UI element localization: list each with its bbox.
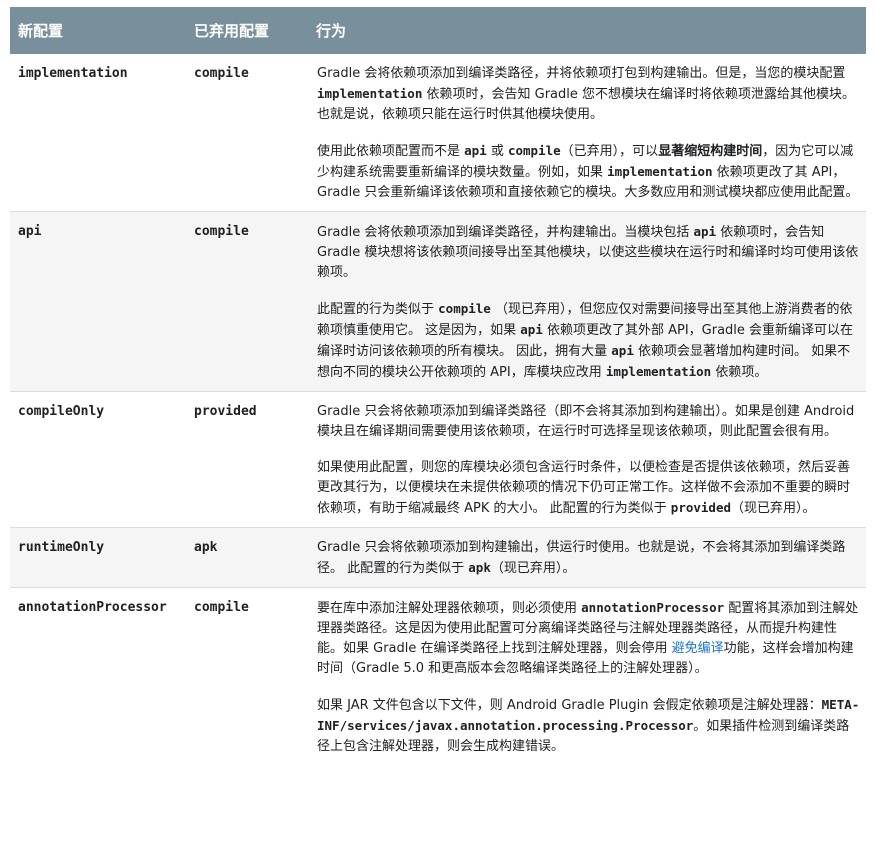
inline-code: implementation [607, 164, 713, 179]
text-segment: 此配置的行为类似于 [317, 302, 439, 317]
config-name-cell: annotationProcessor [18, 600, 167, 615]
behavior-paragraph: Gradle 会将依赖项添加到编译类路径，并构建输出。当模块包括 api 依赖项… [317, 222, 862, 283]
behavior-cell: Gradle 只会将依赖项添加到构建输出，供运行时使用。也就是说，不会将其添加到… [309, 527, 866, 588]
inline-code: compile [507, 143, 561, 158]
header-deprecated-config: 已弃用配置 [186, 7, 309, 54]
text-segment: 或 [486, 144, 508, 159]
config-name-cell: api [10, 211, 186, 392]
behavior-paragraph: Gradle 只会将依赖项添加到编译类路径（即不会将其添加到构建输出）。如果是创… [317, 402, 862, 442]
deprecated-config-cell: compile [186, 54, 309, 212]
text-segment: 依赖项。 [711, 365, 768, 380]
text-segment: Gradle 只会将依赖项添加到构建输出，供运行时使用。也就是说，不会将其添加到… [317, 540, 846, 576]
table-header: 新配置 已弃用配置 行为 [10, 7, 866, 54]
text-segment: 要在库中添加注解处理器依赖项，则必须使用 [317, 601, 582, 616]
table-row: annotationProcessor compile 要在库中添加注解处理器依赖项… [10, 588, 866, 766]
behavior-paragraph: 要在库中添加注解处理器依赖项，则必须使用 annotationProcessor… [317, 598, 862, 679]
behavior-cell: Gradle 只会将依赖项添加到编译类路径（即不会将其添加到构建输出）。如果是创… [309, 391, 866, 528]
config-name-cell: compileOnly [10, 391, 186, 528]
table-row: api compile Gradle 会将依赖项添加到编译类路径，并构建输出。当模块… [10, 211, 866, 392]
header-row: 新配置 已弃用配置 行为 [10, 7, 866, 54]
text-segment: （已弃用），可以 [560, 144, 659, 159]
inline-code: api [693, 224, 717, 239]
header-new-config: 新配置 [10, 7, 186, 54]
config-name-cell: implementation [10, 54, 186, 212]
emphasis-text: 显著缩短构建时间 [658, 144, 763, 159]
behavior-paragraph: Gradle 只会将依赖项添加到构建输出，供运行时使用。也就是说，不会将其添加到… [317, 538, 862, 579]
behavior-cell: 要在库中添加注解处理器依赖项，则必须使用 annotationProcessor… [309, 588, 866, 766]
deprecated-config-cell: compile [194, 600, 249, 615]
behavior-paragraph: Gradle 会将依赖项添加到编译类路径，并将依赖项打包到构建输出。但是，当您的… [317, 64, 862, 125]
table-row: compileOnly provided Gradle 只会将依赖项添加到编译类路径… [10, 391, 866, 528]
inline-code: implementation [317, 86, 423, 101]
avoid-compile-link[interactable]: 避免编译 [672, 641, 724, 656]
text-segment: Gradle 只会将依赖项添加到编译类路径（即不会将其添加到构建输出）。如果是创… [317, 404, 855, 439]
dependency-config-table: 新配置 已弃用配置 行为 implementation compile Gradle… [10, 7, 866, 765]
deprecated-config-cell: compile [186, 211, 309, 392]
table-row: implementation compile Gradle 会将依赖项添加到编译类路… [10, 54, 866, 212]
inline-code: implementation [605, 364, 712, 379]
dependency-config-table-container: 新配置 已弃用配置 行为 implementation compile Gradle… [10, 7, 866, 765]
behavior-cell: Gradle 会将依赖项添加到编译类路径，并将依赖项打包到构建输出。但是，当您的… [309, 54, 866, 212]
text-segment: 使用此依赖项配置而不是 [317, 144, 465, 159]
behavior-paragraph: 使用此依赖项配置而不是 api 或 compile（已弃用），可以显著缩短构建时… [317, 141, 862, 203]
inline-code: compile [438, 301, 491, 316]
text-segment: （现已弃用）。 [731, 501, 816, 516]
config-name-cell: runtimeOnly [10, 527, 186, 588]
inline-code: api [520, 322, 543, 337]
inline-code: api [464, 143, 487, 158]
deprecated-config-cell: provided [186, 391, 309, 528]
text-segment: （现已弃用）。 [490, 561, 576, 576]
behavior-paragraph: 如果 JAR 文件包含以下文件，则 Android Gradle Plugin … [317, 695, 862, 757]
table-row: runtimeOnly apk Gradle 只会将依赖项添加到构建输出，供运行时使… [10, 527, 866, 588]
deprecated-config-cell: apk [186, 527, 309, 588]
inline-code: provided [670, 500, 732, 515]
text-segment: 如果 JAR 文件包含以下文件，则 Android Gradle Plugin … [317, 698, 822, 713]
table-body: implementation compile Gradle 会将依赖项添加到编译类路… [10, 54, 866, 765]
header-behavior: 行为 [309, 7, 866, 54]
behavior-paragraph: 如果使用此配置，则您的库模块必须包含运行时条件，以便检查是否提供该依赖项，然后妥… [317, 458, 862, 519]
inline-code: annotationProcessor [581, 600, 725, 615]
text-segment: Gradle 会将依赖项添加到编译类路径，并将依赖项打包到构建输出。但是，当您的… [317, 66, 846, 81]
text-segment: Gradle 会将依赖项添加到编译类路径，并构建输出。当模块包括 [317, 225, 694, 240]
behavior-cell: Gradle 会将依赖项添加到编译类路径，并构建输出。当模块包括 api 依赖项… [309, 211, 866, 392]
inline-code: api [611, 343, 634, 358]
inline-code: apk [468, 560, 491, 575]
behavior-paragraph: 此配置的行为类似于 compile （现已弃用），但您应仅对需要间接导出至其他上… [317, 299, 862, 383]
